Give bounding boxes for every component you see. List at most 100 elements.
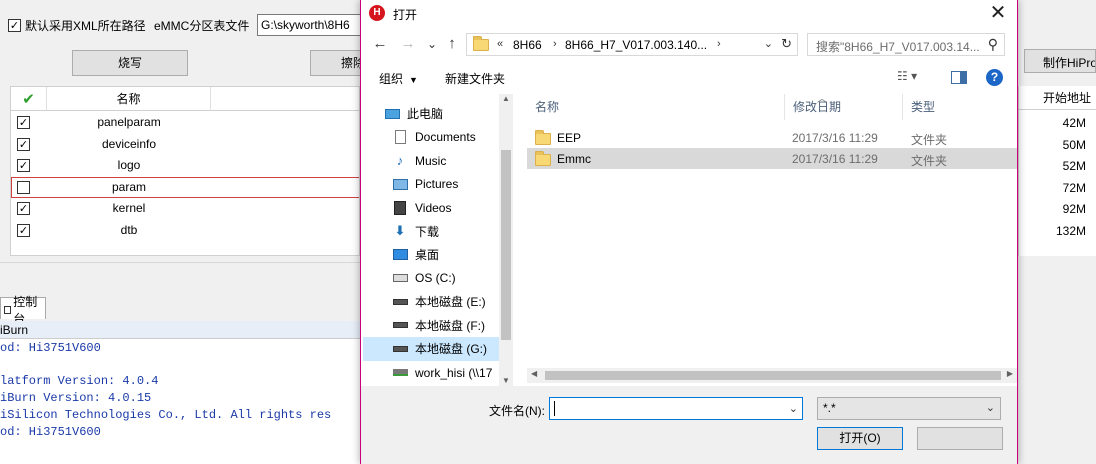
burn-button[interactable]: 烧写 (72, 50, 188, 76)
nav-item-label: Music (415, 153, 447, 168)
up-arrow-icon[interactable]: ↑ (443, 35, 461, 53)
row-checkbox[interactable] (17, 180, 30, 194)
name-column-header[interactable]: 名称 (527, 94, 785, 120)
start-address-value: 92M (1062, 202, 1086, 216)
type-column-header[interactable]: 类型 (903, 94, 1017, 120)
nav-item-label: Videos (415, 200, 452, 215)
nav-item-label: 本地磁盘 (E:) (415, 295, 486, 310)
partition-name: dtb (120, 222, 138, 237)
dialog-footer: 文件名(N): ⌄ *.* ⌄ 打开(O) (361, 386, 1017, 464)
close-button[interactable]: ✕ (985, 2, 1011, 26)
nav-item-downloads[interactable]: ⬇ 下载 (391, 220, 513, 244)
forward-arrow-icon[interactable]: → (399, 35, 417, 53)
chevron-down-icon: ▼ (409, 75, 418, 85)
nav-item-label: Pictures (415, 177, 459, 192)
overflow-chevron-icon[interactable]: « (497, 38, 503, 50)
open-button[interactable]: 打开(O) (817, 427, 903, 450)
check-all-header[interactable]: ✔ (11, 87, 47, 111)
file-name: Emmc (535, 151, 591, 166)
scroll-down-icon[interactable]: ▼ (502, 376, 510, 385)
row-checkbox[interactable]: ✓ (17, 137, 30, 151)
table-row[interactable]: ✓ logo (11, 155, 359, 177)
file-type-select[interactable]: *.* ⌄ (817, 397, 1001, 420)
recent-locations-icon[interactable]: ⌄ (423, 35, 441, 53)
partition-name: param (111, 179, 146, 194)
search-input[interactable]: 搜索"8H66_H7_V017.003.14... ⚲ (807, 33, 1005, 56)
address-bar[interactable]: « 8H66 › 8H66_H7_V017.003.140... › ⌄ ↻ (466, 33, 798, 56)
start-address-header[interactable]: 开始地址 (1019, 86, 1096, 110)
help-icon[interactable]: ? (986, 69, 1003, 86)
use-xml-path-checkbox[interactable]: ✓ (8, 18, 21, 32)
make-hipro-button[interactable]: 制作HiPro (1024, 49, 1096, 73)
panel-splitter[interactable] (0, 262, 360, 292)
breadcrumb-separator[interactable]: › (553, 38, 557, 50)
name-column-header[interactable]: 名称 (47, 87, 211, 111)
nav-item-videos[interactable]: Videos (391, 196, 513, 220)
scroll-up-icon[interactable]: ▲ (502, 94, 510, 103)
folder-icon (473, 36, 489, 51)
table-row-selected[interactable]: param (11, 176, 359, 198)
new-folder-button[interactable]: 新建文件夹 (445, 70, 505, 87)
address-dropdown-icon[interactable]: ⌄ (764, 37, 773, 50)
refresh-icon[interactable]: ↻ (781, 36, 792, 52)
partition-name: panelparam (97, 115, 161, 129)
scroll-left-icon[interactable]: ◀ (531, 369, 537, 378)
search-icon[interactable]: ⚲ (988, 36, 998, 53)
drive-icon (391, 341, 409, 357)
nav-item-drive-f[interactable]: 本地磁盘 (F:) (391, 314, 513, 338)
scrollbar-thumb[interactable] (501, 150, 511, 340)
table-row[interactable]: ✓ dtb (11, 220, 359, 242)
row-checkbox[interactable]: ✓ (17, 202, 30, 215)
dialog-title: 打开 (393, 8, 418, 22)
file-date: 2017/3/16 11:29 (792, 131, 878, 145)
file-row-eep[interactable]: EEP 2017/3/16 11:29 文件夹 (527, 127, 1017, 148)
chevron-down-icon[interactable]: ⌄ (986, 401, 995, 414)
row-checkbox[interactable]: ✓ (17, 223, 30, 237)
table-row[interactable]: ✓ deviceinfo (11, 134, 359, 156)
use-xml-path-option[interactable]: ✓ 默认采用XML所在路径 (8, 12, 146, 38)
scroll-right-icon[interactable]: ▶ (1007, 369, 1013, 378)
nav-item-pictures[interactable]: Pictures (391, 173, 513, 197)
scrollbar-thumb[interactable] (545, 371, 1001, 380)
partition-name: logo (117, 158, 141, 172)
nav-item-os-c[interactable]: OS (C:) (391, 267, 513, 291)
organize-menu[interactable]: 组织 ▼ (379, 70, 418, 87)
file-list-horizontal-scrollbar[interactable]: ◀ ▶ (527, 368, 1017, 383)
cancel-button[interactable] (917, 427, 1003, 450)
nav-item-drive-g[interactable]: 本地磁盘 (G:) (363, 337, 499, 361)
nav-item-network-drive[interactable]: work_hisi (\\17 (391, 361, 497, 385)
nav-item-desktop[interactable]: 桌面 (391, 243, 513, 267)
nav-pane-scrollbar[interactable]: ▲ ▼ (499, 94, 513, 386)
view-options-icon[interactable]: ☷ ▾ (897, 69, 917, 83)
back-arrow-icon[interactable]: ← (371, 35, 389, 53)
console-tab[interactable]: 控制台 (0, 295, 46, 326)
breadcrumb-current-folder[interactable]: 8H66_H7_V017.003.140... (565, 38, 707, 52)
nav-item-drive-e[interactable]: 本地磁盘 (E:) (391, 290, 513, 314)
file-row-emmc[interactable]: Emmc 2017/3/16 11:29 文件夹 (527, 148, 1017, 169)
nav-item-documents[interactable]: Documents (391, 126, 513, 150)
date-column-header[interactable]: 修改日期 (785, 94, 903, 120)
hitool-icon: H (369, 5, 385, 21)
nav-item-label: work_hisi (\\17 (415, 365, 493, 380)
file-type-value: *.* (823, 401, 836, 415)
table-row[interactable]: ✓ kernel (11, 198, 359, 220)
preview-pane-icon[interactable] (951, 71, 967, 84)
dialog-titlebar[interactable]: H 打开 ✕ (361, 0, 1017, 28)
file-list: ︿ 名称 修改日期 类型 EEP 2017/3/16 11:29 文件夹 Emm… (527, 94, 1017, 374)
table-row[interactable]: ✓ panelparam (11, 112, 359, 134)
drive-icon (391, 294, 409, 310)
os-drive-icon (391, 270, 409, 286)
row-checkbox[interactable]: ✓ (17, 159, 30, 172)
breadcrumb-separator[interactable]: › (717, 38, 721, 50)
console-output: od: Hi3751V600 latform Version: 4.0.4 iB… (0, 339, 360, 464)
desktop-icon (391, 247, 409, 263)
chevron-down-icon[interactable]: ⌄ (789, 402, 798, 415)
filename-input[interactable]: ⌄ (549, 397, 803, 420)
partition-name: deviceinfo (101, 136, 157, 151)
partition-name: kernel (112, 201, 146, 215)
partition-file-path-input[interactable]: G:\skyworth\8H6 (257, 14, 367, 36)
nav-item-music[interactable]: ♪ Music (391, 149, 513, 173)
nav-item-this-pc[interactable]: 此电脑 (383, 102, 513, 126)
row-checkbox[interactable]: ✓ (17, 116, 30, 129)
breadcrumb-8h66[interactable]: 8H66 (513, 38, 542, 52)
